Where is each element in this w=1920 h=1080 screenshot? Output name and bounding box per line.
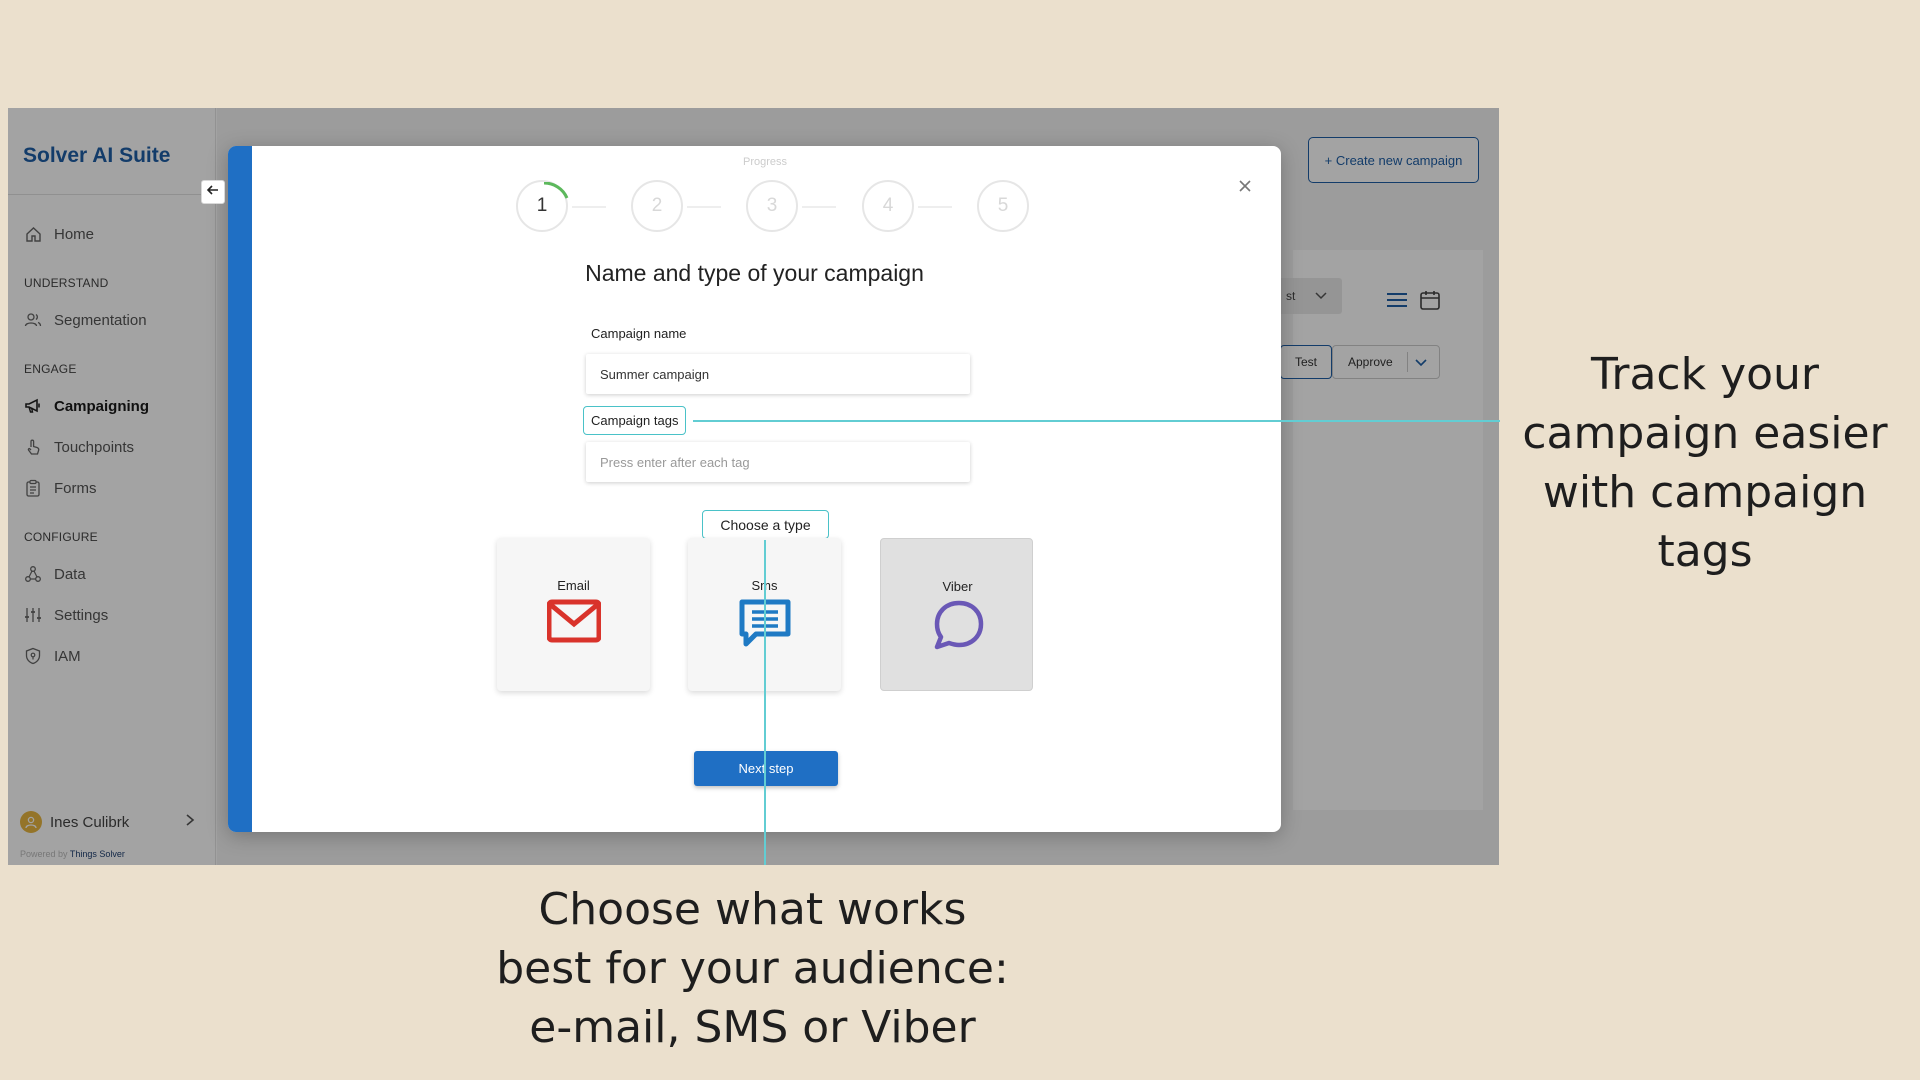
caption-line: Track your [1590, 349, 1820, 400]
step-connector [687, 206, 721, 208]
caption-campaign-tags: Track your campaign easier with campaign… [1505, 345, 1905, 581]
step-connector [572, 206, 606, 208]
campaign-tags-label: Campaign tags [583, 406, 687, 435]
step-number: 5 [997, 195, 1009, 216]
next-step-button[interactable]: Next step [694, 751, 838, 786]
type-label: Viber [942, 579, 973, 594]
envelope-icon [546, 598, 602, 649]
progress-step-1: 1 [516, 180, 569, 232]
progress-label: Progress [743, 156, 788, 168]
choose-type-label: Choose a type [702, 510, 829, 539]
type-card-viber[interactable]: Viber [880, 538, 1033, 691]
type-label: Email [557, 578, 590, 593]
caption-line: e-mail, SMS or Viber [529, 1002, 976, 1053]
caption-line: campaign easier [1522, 408, 1888, 459]
arrow-left-icon [206, 183, 220, 202]
campaign-name-label: Campaign name [591, 326, 687, 341]
caption-line: Choose what works [538, 884, 967, 935]
step-connector [802, 206, 836, 208]
viber-bubble-icon [931, 599, 985, 656]
progress-step-3: 3 [746, 180, 798, 232]
type-card-email[interactable]: Email [497, 538, 650, 691]
step-number: 4 [882, 195, 894, 216]
annotation-line-type [764, 540, 766, 865]
modal-title: Name and type of your campaign [585, 260, 924, 286]
step-number: 3 [766, 195, 778, 216]
progress-step-5: 5 [977, 180, 1029, 232]
collapse-sidebar-button[interactable] [201, 180, 225, 204]
progress-step-4: 4 [862, 180, 914, 232]
step-connector [918, 206, 952, 208]
caption-channel-type: Choose what works best for your audience… [470, 880, 1035, 1057]
campaign-name-input[interactable]: Summer campaign [586, 354, 970, 394]
annotation-line-tags [693, 420, 1500, 422]
caption-line: with campaign tags [1542, 467, 1868, 577]
progress-step-2: 2 [631, 180, 683, 232]
modal-accent-stripe [228, 146, 252, 832]
close-icon[interactable] [1237, 174, 1253, 200]
campaign-tags-input[interactable]: Press enter after each tag [586, 442, 970, 482]
caption-line: best for your audience: [496, 943, 1009, 994]
step-number: 2 [651, 195, 663, 216]
create-campaign-modal: Progress 1 2 3 4 5 Name and type of your… [228, 146, 1281, 832]
progress-arc [543, 182, 569, 199]
